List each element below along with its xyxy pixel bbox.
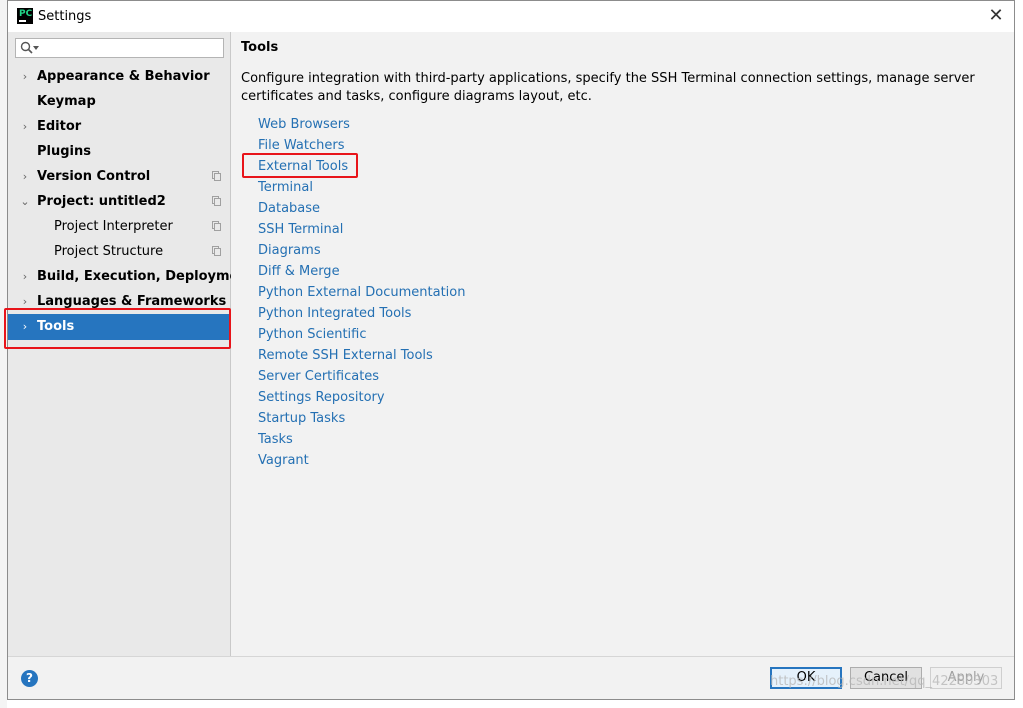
link-remote-ssh-external-tools[interactable]: Remote SSH External Tools — [258, 345, 465, 366]
search-dropdown-icon[interactable] — [33, 46, 39, 50]
sidebar-item-project-structure[interactable]: Project Structure — [8, 239, 231, 264]
link-vagrant[interactable]: Vagrant — [258, 450, 465, 471]
close-icon[interactable]: ✕ — [984, 5, 1008, 27]
watermark: https://blog.csdn.net/qq_42280303 — [770, 674, 999, 689]
search-icon — [20, 41, 33, 54]
link-ssh-terminal[interactable]: SSH Terminal — [258, 219, 465, 240]
background-window-edge — [0, 0, 7, 708]
project-scope-icon — [212, 246, 221, 256]
link-web-browsers[interactable]: Web Browsers — [258, 114, 465, 135]
chevron-right-icon[interactable]: › — [19, 264, 31, 289]
link-file-watchers[interactable]: File Watchers — [258, 135, 465, 156]
project-scope-icon — [212, 171, 221, 181]
help-icon[interactable]: ? — [21, 670, 38, 687]
page-title: Tools — [241, 40, 279, 55]
settings-dialog: PC Settings ✕ › Appearance & Behavior Keym… — [7, 0, 1015, 700]
link-database[interactable]: Database — [258, 198, 465, 219]
tools-page: Tools Configure integration with third-p… — [231, 32, 1014, 659]
sidebar-item-label: Version Control — [37, 169, 151, 184]
link-settings-repository[interactable]: Settings Repository — [258, 387, 465, 408]
tools-links-list: Web Browsers File Watchers External Tools T… — [258, 114, 465, 471]
sidebar-item-label: Languages & Frameworks — [37, 294, 227, 309]
sidebar-item-label: Project Structure — [54, 244, 164, 259]
pycharm-app-icon: PC — [17, 8, 33, 24]
link-terminal[interactable]: Terminal — [258, 177, 465, 198]
sidebar-item-plugins[interactable]: Plugins — [8, 139, 231, 164]
sidebar-item-label: Project Interpreter — [54, 219, 173, 234]
link-python-external-documentation[interactable]: Python External Documentation — [258, 282, 465, 303]
link-tasks[interactable]: Tasks — [258, 429, 465, 450]
sidebar-item-project-interpreter[interactable]: Project Interpreter — [8, 214, 231, 239]
link-startup-tasks[interactable]: Startup Tasks — [258, 408, 465, 429]
chevron-right-icon[interactable]: › — [19, 314, 31, 339]
search-input[interactable] — [15, 38, 224, 58]
link-server-certificates[interactable]: Server Certificates — [258, 366, 465, 387]
link-external-tools[interactable]: External Tools — [258, 156, 465, 177]
chevron-right-icon[interactable]: › — [19, 114, 31, 139]
sidebar-item-tools[interactable]: › Tools — [8, 314, 231, 340]
link-python-scientific[interactable]: Python Scientific — [258, 324, 465, 345]
sidebar-item-project-untitled2[interactable]: ⌄ Project: untitled2 — [8, 189, 231, 214]
chevron-down-icon[interactable]: ⌄ — [19, 189, 31, 214]
sidebar-item-languages-frameworks[interactable]: › Languages & Frameworks — [8, 289, 231, 314]
sidebar-item-label: Build, Execution, Deployment — [37, 269, 254, 284]
project-scope-icon — [212, 221, 221, 231]
chevron-right-icon[interactable]: › — [19, 164, 31, 189]
sidebar-item-appearance-behavior[interactable]: › Appearance & Behavior — [8, 64, 231, 89]
sidebar-item-label: Appearance & Behavior — [37, 69, 210, 84]
sidebar-item-label: Tools — [37, 319, 75, 334]
page-description: Configure integration with third-party a… — [241, 71, 975, 104]
sidebar-item-build-execution-deployment[interactable]: › Build, Execution, Deployment — [8, 264, 254, 289]
link-diagrams[interactable]: Diagrams — [258, 240, 465, 261]
link-diff-merge[interactable]: Diff & Merge — [258, 261, 465, 282]
sidebar-item-version-control[interactable]: › Version Control — [8, 164, 231, 189]
sidebar-item-editor[interactable]: › Editor — [8, 114, 231, 139]
settings-sidebar: › Appearance & Behavior Keymap › Editor Plugi… — [8, 32, 254, 659]
chevron-right-icon[interactable]: › — [19, 289, 31, 314]
window-title: Settings — [38, 9, 92, 24]
project-scope-icon — [212, 196, 221, 206]
sidebar-item-keymap[interactable]: Keymap — [8, 89, 231, 114]
sidebar-item-label: Project: untitled2 — [37, 194, 166, 209]
link-python-integrated-tools[interactable]: Python Integrated Tools — [258, 303, 465, 324]
sidebar-item-label: Keymap — [37, 94, 96, 109]
chevron-right-icon[interactable]: › — [19, 64, 31, 89]
sidebar-item-label: Editor — [37, 119, 82, 134]
sidebar-item-label: Plugins — [37, 144, 91, 159]
title-bar: PC Settings ✕ — [8, 1, 1014, 32]
